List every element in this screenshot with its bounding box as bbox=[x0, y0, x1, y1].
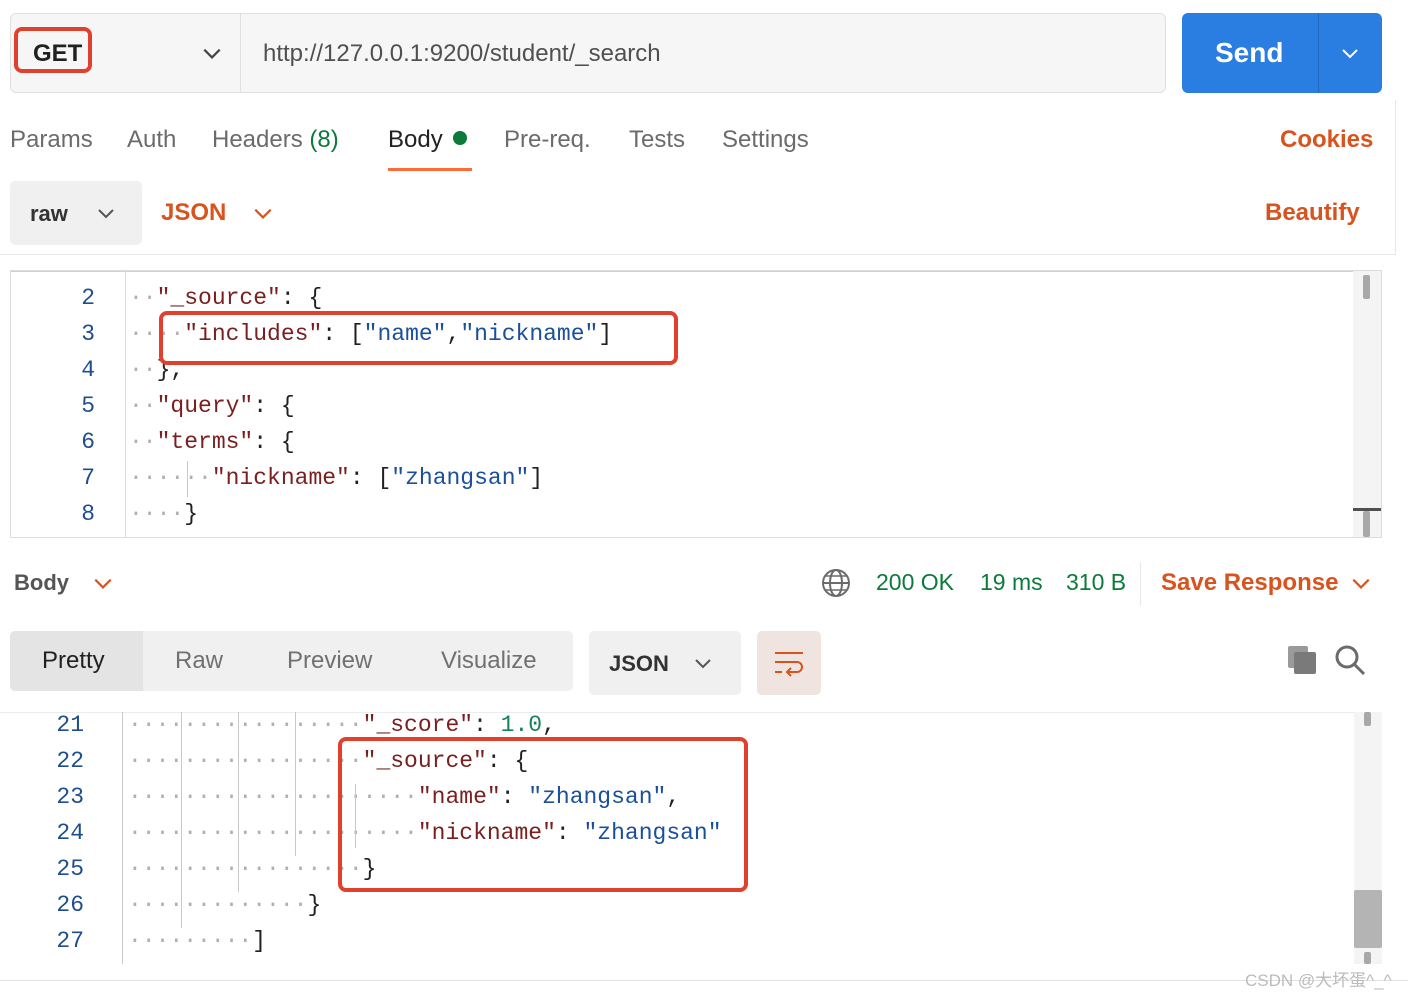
editor-scroll-marker bbox=[1353, 508, 1381, 511]
send-button[interactable]: Send bbox=[1182, 13, 1382, 93]
line-number: 4 bbox=[81, 357, 95, 383]
chevron-down-icon[interactable] bbox=[1350, 572, 1372, 594]
line-number: 25 bbox=[56, 856, 84, 882]
code-line-4: ··}, bbox=[129, 357, 185, 383]
line-number: 3 bbox=[81, 321, 95, 347]
save-response-button[interactable]: Save Response bbox=[1161, 569, 1338, 597]
response-body-viewer[interactable]: 21 22 23 24 25 26 27 ·················"_… bbox=[0, 712, 1382, 968]
tab-auth[interactable]: Auth bbox=[127, 126, 176, 154]
tab-headers[interactable]: Headers (8) bbox=[212, 126, 339, 154]
chevron-down-icon bbox=[98, 209, 114, 219]
chevron-down-icon[interactable] bbox=[92, 572, 114, 594]
tab-tests[interactable]: Tests bbox=[629, 126, 685, 154]
editor-scrollbar-thumb[interactable] bbox=[1363, 511, 1370, 537]
send-divider bbox=[1318, 13, 1319, 93]
body-mode-label: raw bbox=[30, 201, 68, 226]
line-number: 5 bbox=[81, 393, 95, 419]
line-number: 21 bbox=[56, 712, 84, 738]
tab-settings[interactable]: Settings bbox=[722, 126, 809, 154]
code-line-21: ·················"_score": 1.0, bbox=[128, 712, 556, 738]
indent-guide bbox=[295, 712, 296, 856]
code-line-26: ·············} bbox=[128, 892, 322, 918]
watermark: CSDN @大坏蛋^_^ bbox=[1245, 971, 1392, 990]
view-tab-pretty[interactable]: Pretty bbox=[42, 647, 105, 675]
options-divider bbox=[0, 254, 1396, 255]
code-line-22: ·················"_source": { bbox=[128, 748, 529, 774]
copy-icon[interactable] bbox=[1286, 644, 1318, 676]
code-line-23: ·····················"name": "zhangsan", bbox=[128, 784, 681, 810]
tab-prereq[interactable]: Pre-req. bbox=[504, 126, 591, 154]
response-format-label: JSON bbox=[609, 651, 669, 676]
line-number: 24 bbox=[56, 820, 84, 846]
body-mode-select[interactable]: raw bbox=[10, 181, 142, 245]
gutter-divider bbox=[122, 712, 123, 964]
status-code[interactable]: 200 OK bbox=[876, 569, 954, 596]
editor-top-shadow bbox=[11, 271, 1381, 272]
editor-scrollbar[interactable] bbox=[1353, 271, 1381, 537]
tab-body-label: Body bbox=[388, 126, 443, 153]
indent-guide bbox=[187, 461, 188, 497]
indent-guide bbox=[181, 712, 182, 928]
headers-count-badge: (8) bbox=[309, 126, 339, 153]
tab-params[interactable]: Params bbox=[10, 126, 93, 154]
wrap-lines-icon bbox=[775, 652, 803, 677]
code-line-7: ······"nickname": ["zhangsan"] bbox=[129, 465, 544, 491]
response-size[interactable]: 310 B bbox=[1066, 569, 1126, 596]
viewer-scrollbar-thumb[interactable] bbox=[1364, 952, 1371, 964]
tab-body[interactable]: Body bbox=[388, 126, 467, 154]
line-number: 8 bbox=[81, 501, 95, 527]
status-divider bbox=[1140, 562, 1141, 606]
gutter-divider bbox=[125, 271, 126, 537]
cookies-link[interactable]: Cookies bbox=[1280, 126, 1373, 154]
line-number: 6 bbox=[81, 429, 95, 455]
editor-scrollbar-thumb[interactable] bbox=[1363, 275, 1370, 299]
code-line-3: ····"includes": ["name","nickname"] bbox=[129, 321, 613, 347]
url-input[interactable]: http://127.0.0.1:9200/student/_search bbox=[263, 40, 661, 68]
method-label: GET bbox=[33, 40, 83, 67]
indent-guide bbox=[238, 712, 239, 892]
tab-headers-label: Headers bbox=[212, 126, 303, 153]
chevron-down-icon bbox=[203, 48, 221, 59]
send-label: Send bbox=[1215, 37, 1284, 68]
globe-icon[interactable] bbox=[820, 567, 852, 599]
search-icon[interactable] bbox=[1334, 644, 1366, 676]
panel-right-border bbox=[1395, 100, 1396, 255]
code-line-24: ·····················"nickname": "zhangs… bbox=[128, 820, 722, 846]
code-line-6: ··"terms": { bbox=[129, 429, 295, 455]
beautify-button[interactable]: Beautify bbox=[1265, 199, 1360, 227]
response-body-label[interactable]: Body bbox=[14, 570, 69, 596]
line-number: 22 bbox=[56, 748, 84, 774]
line-number: 23 bbox=[56, 784, 84, 810]
code-line-25: ·················} bbox=[128, 856, 377, 882]
indent-guide bbox=[355, 784, 356, 848]
line-number: 7 bbox=[81, 465, 95, 491]
viewer-scrollbar-thumb[interactable] bbox=[1354, 890, 1382, 948]
response-time[interactable]: 19 ms bbox=[980, 569, 1043, 596]
code-line-8: ····} bbox=[129, 501, 199, 527]
line-number: 26 bbox=[56, 892, 84, 918]
chevron-down-icon bbox=[695, 659, 711, 669]
line-number: 2 bbox=[81, 285, 95, 311]
response-format-select[interactable]: JSON bbox=[589, 631, 741, 695]
viewer-scrollbar-thumb[interactable] bbox=[1364, 712, 1371, 726]
view-tab-visualize[interactable]: Visualize bbox=[441, 647, 537, 675]
url-bar: GET http://127.0.0.1:9200/student/_searc… bbox=[10, 13, 1166, 93]
body-language-select[interactable]: JSON bbox=[161, 199, 226, 227]
chevron-down-icon[interactable] bbox=[1340, 43, 1360, 63]
line-number: 27 bbox=[56, 928, 84, 954]
code-line-2: ··"_source": { bbox=[129, 285, 323, 311]
modified-dot-icon bbox=[452, 131, 467, 145]
response-view-tabs: Pretty Raw Preview Visualize bbox=[10, 631, 573, 691]
wrap-lines-button[interactable] bbox=[757, 631, 821, 695]
view-tab-raw[interactable]: Raw bbox=[175, 647, 223, 675]
bottom-border bbox=[0, 980, 1408, 981]
active-tab-indicator bbox=[388, 168, 472, 171]
request-body-editor[interactable]: 2 3 4 5 6 7 8 ··"_source": { ····"includ… bbox=[10, 270, 1382, 538]
method-select[interactable]: GET bbox=[11, 14, 241, 92]
code-line-5: ··"query": { bbox=[129, 393, 295, 419]
view-tab-preview[interactable]: Preview bbox=[287, 647, 372, 675]
chevron-down-icon[interactable] bbox=[252, 202, 274, 224]
code-line-27: ·········] bbox=[128, 928, 267, 954]
